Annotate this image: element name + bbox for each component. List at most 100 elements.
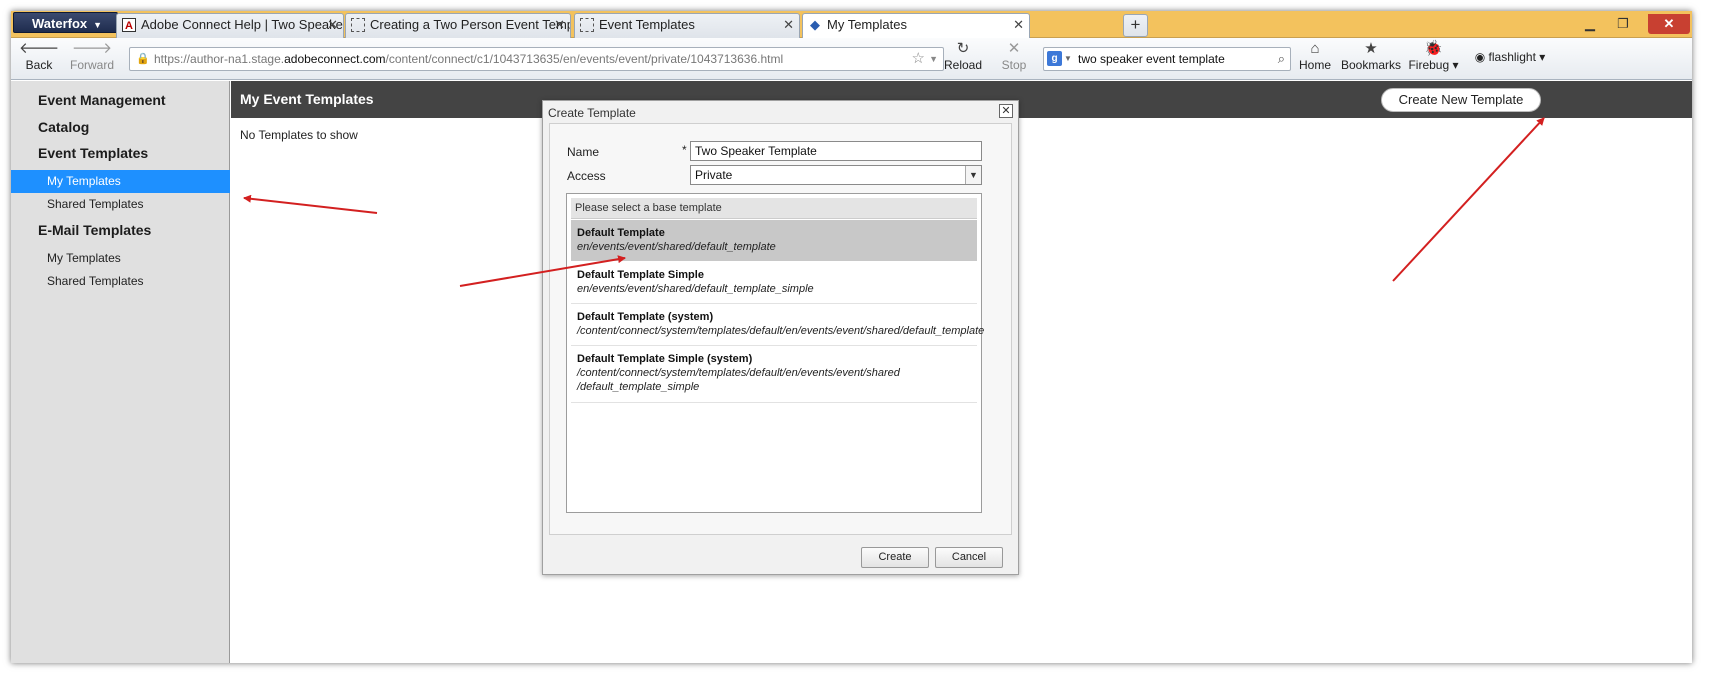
tab-title: Event Templates: [599, 17, 695, 32]
create-template-dialog: Create Template ✕ Name * Access Private …: [542, 100, 1019, 575]
template-path: en/events/event/shared/default_template: [577, 241, 776, 253]
sidebar-item-event-management[interactable]: Event Management: [38, 92, 166, 108]
sidebar-item-shared-templates[interactable]: Shared Templates: [11, 193, 230, 216]
firebug-label: Firebug: [1408, 58, 1450, 72]
navigation-toolbar: 🡐 Back 🡒 Forward 🔒 https://author-na1.st…: [11, 38, 1692, 80]
bookmark-star-icon[interactable]: ☆: [912, 48, 925, 70]
forward-button[interactable]: 🡒 Forward: [67, 40, 117, 78]
reload-label: Reload: [943, 58, 983, 72]
stop-icon: ✕: [1007, 40, 1021, 57]
cube-icon: ◆: [810, 17, 820, 32]
app-menu-button[interactable]: Waterfox ▼: [13, 12, 118, 33]
template-path-continued: /default_template_simple: [577, 381, 700, 393]
window-close-icon[interactable]: ✕: [1648, 14, 1690, 34]
firebug-button[interactable]: 🐞 Firebug ▾: [1406, 40, 1461, 78]
list-item[interactable]: Default Template Simple en/events/event/…: [571, 262, 977, 304]
firebug-icon: 🐞: [1424, 40, 1443, 57]
bookmarks-icon: ★: [1364, 40, 1378, 57]
stop-button[interactable]: ✕ Stop: [996, 40, 1032, 78]
template-name-input[interactable]: [690, 141, 982, 161]
access-label: Access: [567, 169, 606, 183]
base-template-list: Please select a base template Default Te…: [566, 193, 985, 513]
tab-adobe-connect-help[interactable]: A Adobe Connect Help | Two Speaker E... …: [116, 13, 344, 38]
dialog-title: Create Template: [548, 106, 636, 120]
sidebar: Event Management Catalog Event Templates…: [11, 81, 230, 663]
arrow-left-icon: 🡐: [19, 40, 60, 57]
empty-state-text: No Templates to show: [240, 128, 358, 142]
close-tab-icon[interactable]: ✕: [554, 14, 565, 36]
template-path: /content/connect/system/templates/defaul…: [577, 367, 900, 379]
close-icon[interactable]: ✕: [999, 104, 1013, 118]
browser-window: Waterfox ▼ A Adobe Connect Help | Two Spe…: [11, 11, 1692, 663]
reload-button[interactable]: ↻ Reload: [943, 40, 983, 78]
template-name: Default Template Simple: [577, 269, 704, 281]
home-button[interactable]: ⌂ Home: [1296, 40, 1334, 78]
minimize-icon[interactable]: ▁: [1575, 14, 1605, 34]
home-icon: ⌂: [1310, 40, 1320, 57]
globe-icon: ◉: [1474, 50, 1486, 64]
home-label: Home: [1298, 58, 1331, 72]
blank-page-icon: [351, 18, 365, 32]
tab-title: Adobe Connect Help | Two Speaker E...: [141, 17, 344, 32]
chevron-down-icon: ▼: [965, 166, 981, 184]
template-path: /content/connect/system/templates/defaul…: [577, 325, 985, 337]
tab-title: Creating a Two Person Event Templat...: [370, 17, 570, 32]
list-item[interactable]: Default Template Simple (system) /conten…: [571, 346, 977, 403]
cancel-button[interactable]: Cancel: [935, 547, 1003, 568]
search-value: two speaker event template: [1078, 52, 1225, 66]
bookmarks-label: Bookmarks: [1341, 58, 1402, 72]
google-icon: g: [1047, 51, 1062, 66]
sidebar-heading-event-templates[interactable]: Event Templates: [38, 145, 148, 161]
sidebar-item-catalog[interactable]: Catalog: [38, 119, 89, 135]
chevron-down-icon: ▼: [93, 20, 103, 30]
template-name: Default Template: [577, 227, 665, 239]
blank-page-icon: [580, 18, 594, 32]
sidebar-heading-email-templates[interactable]: E-Mail Templates: [38, 222, 151, 238]
list-item[interactable]: Default Template (system) /content/conne…: [571, 304, 985, 346]
back-button[interactable]: 🡐 Back: [19, 40, 59, 78]
restore-icon[interactable]: ❐: [1608, 14, 1638, 34]
stop-label: Stop: [1001, 58, 1027, 72]
app-menu-label: Waterfox: [32, 16, 88, 31]
name-label: Name: [567, 145, 600, 159]
dropdown-arrow-icon[interactable]: ▼: [929, 48, 938, 70]
list-item[interactable]: Default Template en/events/event/shared/…: [571, 220, 977, 261]
access-select[interactable]: Private ▼: [690, 165, 982, 185]
tab-event-templates[interactable]: Event Templates ✕: [574, 13, 800, 38]
lock-icon: 🔒: [136, 53, 150, 65]
chevron-down-icon[interactable]: ▼: [1064, 48, 1072, 70]
forward-label: Forward: [69, 58, 114, 72]
page-title: My Event Templates: [240, 91, 374, 107]
new-tab-button[interactable]: +: [1123, 14, 1148, 37]
close-tab-icon[interactable]: ✕: [1013, 14, 1024, 36]
search-icon[interactable]: ⌕: [1278, 48, 1285, 70]
url-domain: adobeconnect.com: [284, 52, 386, 66]
adobe-icon: A: [122, 18, 136, 32]
sidebar-item-email-my-templates[interactable]: My Templates: [11, 247, 230, 270]
close-tab-icon[interactable]: ✕: [783, 14, 794, 36]
sidebar-item-email-shared-templates[interactable]: Shared Templates: [11, 270, 230, 293]
sidebar-item-my-templates[interactable]: My Templates: [11, 170, 230, 193]
arrow-right-icon: 🡒: [71, 40, 113, 57]
tab-strip: Waterfox ▼ A Adobe Connect Help | Two Spe…: [11, 11, 1692, 39]
create-button[interactable]: Create: [861, 547, 929, 568]
dialog-body: Name * Access Private ▼ Please select a …: [549, 123, 1012, 535]
close-tab-icon[interactable]: ✕: [327, 14, 338, 36]
bookmarks-button[interactable]: ★ Bookmarks: [1341, 40, 1401, 78]
address-bar[interactable]: 🔒 https://author-na1.stage.adobeconnect.…: [129, 47, 944, 71]
search-input[interactable]: g ▼ two speaker event template ⌕: [1043, 47, 1291, 71]
profile-label: flashlight: [1488, 50, 1536, 64]
access-value: Private: [695, 168, 733, 182]
url-prefix: https://author-na1.stage.: [154, 52, 285, 66]
reload-icon: ↻: [956, 40, 970, 57]
list-header: Please select a base template: [571, 198, 977, 219]
back-label: Back: [25, 58, 53, 72]
tab-title: My Templates: [827, 17, 907, 32]
tab-creating-two-person[interactable]: Creating a Two Person Event Templat... ✕: [345, 13, 571, 38]
tab-my-templates[interactable]: ◆ My Templates ✕: [802, 13, 1030, 39]
create-new-template-button[interactable]: Create New Template: [1381, 88, 1541, 112]
required-mark: *: [682, 143, 687, 157]
template-path: en/events/event/shared/default_template_…: [577, 283, 814, 295]
template-name: Default Template (system): [577, 311, 714, 323]
template-name: Default Template Simple (system): [577, 353, 753, 365]
